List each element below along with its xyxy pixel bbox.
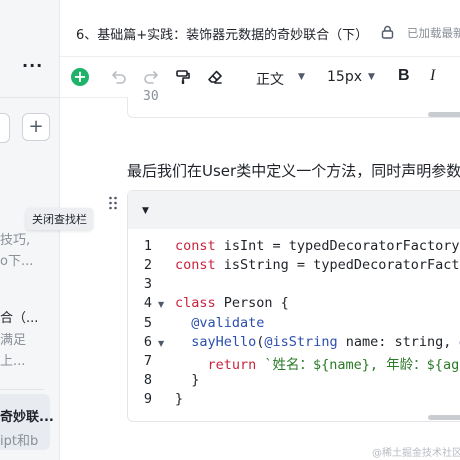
line-number: 4	[143, 295, 152, 311]
line-number: 5	[143, 315, 152, 331]
redo-icon[interactable]	[143, 69, 159, 85]
line-number: 9	[143, 391, 152, 407]
line-number: 30	[143, 89, 159, 104]
sidebar-snippet: 满足	[0, 333, 27, 348]
undo-icon[interactable]	[111, 69, 127, 85]
sidebar-snippet: ipt和b	[0, 434, 39, 449]
clear-format-icon[interactable]	[207, 69, 223, 85]
code-string: `姓名：${name}, 年龄：${age	[264, 357, 460, 373]
sidebar-item-title[interactable]: 奇妙联...	[0, 406, 54, 425]
italic-button[interactable]: I	[430, 67, 435, 85]
chevron-down-icon[interactable]: ▼	[368, 72, 375, 82]
code-keyword: return	[175, 357, 265, 373]
tooltip: 关闭查找栏	[26, 208, 93, 230]
code-text: name: string,	[345, 334, 460, 350]
lock-icon	[381, 25, 394, 39]
font-size-select[interactable]: 15px	[327, 69, 362, 85]
code-keyword: const	[175, 238, 224, 254]
code-decorator: sayHello	[175, 334, 257, 350]
add-document-button[interactable]: +	[22, 113, 50, 141]
code-line[interactable]: return `姓名：${name}, 年龄：${age	[175, 353, 460, 373]
code-line[interactable]: class Person {	[175, 295, 289, 311]
code-text: isInt = typedDecoratorFactory(	[223, 238, 460, 254]
line-number: 2	[143, 257, 152, 273]
previous-code-block	[127, 97, 460, 118]
line-number: 6	[143, 334, 152, 350]
code-block-header	[128, 191, 460, 229]
code-keyword: const	[175, 257, 224, 273]
watermark: @稀土掘金技术社区	[372, 448, 460, 459]
code-line[interactable]: }	[175, 391, 183, 407]
fold-chevron-icon[interactable]: ▼	[158, 300, 164, 309]
code-text: Person {	[223, 295, 289, 311]
chevron-down-icon[interactable]: ▼	[298, 72, 305, 82]
format-painter-icon[interactable]	[175, 69, 191, 85]
code-line[interactable]: const isInt = typedDecoratorFactory(	[175, 238, 460, 254]
code-decorator: @validate	[175, 315, 265, 331]
code-line[interactable]: }	[175, 372, 199, 388]
code-decorator: @isString	[264, 334, 346, 350]
plus-icon: +	[73, 67, 87, 86]
more-options-button[interactable]: ···	[22, 56, 43, 75]
code-text: }	[175, 372, 200, 388]
sidebar-search-input[interactable]	[0, 113, 10, 143]
code-text: isString = typedDecoratorFacto	[223, 257, 460, 273]
sidebar-divider	[0, 389, 44, 390]
sidebar-snippet: 上...	[0, 354, 26, 369]
fold-chevron-icon[interactable]: ▼	[158, 339, 164, 348]
plus-icon: +	[28, 116, 44, 137]
sidebar-snippet: 技巧,	[0, 233, 31, 248]
line-number: 1	[143, 238, 152, 254]
paragraph-style-select[interactable]: 正文	[256, 69, 284, 89]
line-number: 7	[143, 353, 152, 369]
horizontal-scrollbar[interactable]	[428, 112, 460, 117]
paragraph-text[interactable]: 最后我们在User类中定义一个方法，同时声明参数	[127, 160, 460, 181]
line-number: 8	[143, 372, 152, 388]
code-line[interactable]: @validate	[175, 315, 264, 331]
code-line[interactable]: sayHello(@isString name: string, @	[175, 334, 460, 350]
line-number: 3	[143, 276, 152, 292]
sidebar-divider	[0, 97, 59, 98]
horizontal-scrollbar[interactable]	[428, 415, 460, 420]
save-status: 已加载最新	[407, 26, 460, 40]
code-text: }	[175, 391, 184, 407]
code-keyword: class	[175, 295, 224, 311]
sidebar-item-title[interactable]: 合（...	[0, 307, 38, 326]
language-select-chevron-icon[interactable]: ▼	[142, 206, 149, 216]
drag-handle-icon[interactable]	[108, 196, 118, 210]
insert-block-button[interactable]: +	[71, 68, 89, 86]
sidebar-snippet: o下...	[0, 254, 34, 269]
document-title[interactable]: 6、基础篇+实践：装饰器元数据的奇妙联合（下）	[76, 24, 368, 43]
code-line[interactable]: const isString = typedDecoratorFacto	[175, 257, 460, 273]
bold-button[interactable]: B	[398, 67, 410, 85]
